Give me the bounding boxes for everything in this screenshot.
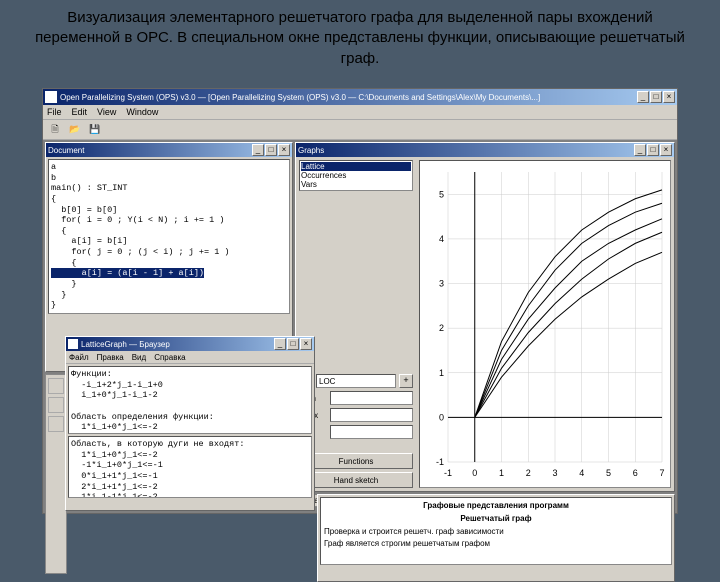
workspace: Document _□× a b main() : ST_INT { b[0] … — [43, 140, 677, 513]
left-sidebar — [45, 374, 67, 574]
svg-text:5: 5 — [439, 189, 444, 199]
handsketch-button[interactable]: Hand sketch — [299, 472, 413, 488]
lg-close-icon[interactable]: × — [300, 338, 312, 350]
lg-menu-edit[interactable]: Правка — [97, 353, 124, 362]
close-button[interactable]: × — [663, 91, 675, 103]
svg-text:2: 2 — [526, 468, 531, 478]
doc-close-icon[interactable]: × — [278, 144, 290, 156]
menubar: File Edit View Window — [43, 105, 677, 120]
slide-title: Визуализация элементарного решетчатого г… — [30, 8, 690, 69]
list-item[interactable]: Occurrences — [301, 171, 411, 180]
graphs-close-icon[interactable]: × — [660, 144, 672, 156]
info-body: Графовые представления программ Решетчат… — [320, 497, 672, 565]
doc-min-icon[interactable]: _ — [252, 144, 264, 156]
xmin-field[interactable] — [330, 391, 413, 405]
code-highlighted-line[interactable]: a[i] = (a[i - 1] + a[i]) — [51, 268, 204, 278]
menu-edit[interactable]: Edit — [72, 107, 88, 117]
svg-text:7: 7 — [659, 468, 664, 478]
lg-icon — [68, 339, 78, 349]
graphs-max-icon[interactable]: □ — [647, 144, 659, 156]
doc-max-icon[interactable]: □ — [265, 144, 277, 156]
lg-menubar: Файл Правка Вид Справка — [66, 351, 314, 364]
app-title: Open Parallelizing System (OPS) v3.0 — [… — [60, 93, 637, 102]
graphs-panel: Graphs _□× Lattice Occurrences Vars - LO… — [295, 142, 675, 492]
svg-text:-1: -1 — [436, 457, 444, 467]
lg-max-icon[interactable]: □ — [287, 338, 299, 350]
tool-open-icon[interactable]: 📂 — [66, 122, 84, 138]
svg-text:5: 5 — [606, 468, 611, 478]
doc-title: Document — [48, 146, 252, 155]
info-line1: Проверка и строится решетч. граф зависим… — [324, 527, 668, 536]
app-icon — [45, 91, 57, 103]
lg-menu-file[interactable]: Файл — [69, 353, 89, 362]
graph-type-list[interactable]: Lattice Occurrences Vars — [299, 160, 413, 191]
info-panel: Графовые представления программ Решетчат… — [317, 494, 675, 582]
list-item[interactable]: Lattice — [301, 162, 411, 171]
menu-file[interactable]: File — [47, 107, 62, 117]
menu-view[interactable]: View — [97, 107, 116, 117]
y-field[interactable] — [330, 425, 413, 439]
svg-text:1: 1 — [439, 368, 444, 378]
minimize-button[interactable]: _ — [637, 91, 649, 103]
list-item[interactable]: Vars — [301, 180, 411, 189]
info-heading1: Графовые представления программ — [324, 501, 668, 510]
latticegraph-window: LatticeGraph — Браузер _□× Файл Правка В… — [65, 336, 315, 511]
app-titlebar: Open Parallelizing System (OPS) v3.0 — [… — [43, 89, 677, 105]
svg-text:0: 0 — [472, 468, 477, 478]
tool-save-icon[interactable]: 💾 — [86, 122, 104, 138]
sidebar-edit-icon[interactable] — [48, 378, 64, 394]
svg-text:2: 2 — [439, 323, 444, 333]
tool-new-icon[interactable]: 🗎 — [46, 122, 64, 138]
svg-text:0: 0 — [439, 412, 444, 422]
lg-text-lower[interactable]: Область, в которую дуги не входят: 1*i_1… — [68, 436, 312, 498]
graphs-title: Graphs — [298, 146, 634, 155]
info-line2: Граф является строгим решетчатым графом — [324, 539, 668, 548]
sidebar-words-icon[interactable] — [48, 416, 64, 432]
svg-text:4: 4 — [439, 234, 444, 244]
svg-text:6: 6 — [633, 468, 638, 478]
lg-title: LatticeGraph — Браузер — [81, 340, 274, 349]
maximize-button[interactable]: □ — [650, 91, 662, 103]
code-editor[interactable]: a b main() : ST_INT { b[0] = b[0] for( i… — [48, 159, 290, 314]
lg-menu-help[interactable]: Справка — [154, 353, 185, 362]
loc-field[interactable]: LOC — [316, 374, 396, 388]
info-heading2: Решетчатый граф — [324, 514, 668, 523]
graphs-min-icon[interactable]: _ — [634, 144, 646, 156]
svg-text:1: 1 — [499, 468, 504, 478]
app-window: Open Parallelizing System (OPS) v3.0 — [… — [42, 88, 678, 514]
lg-min-icon[interactable]: _ — [274, 338, 286, 350]
spin-plus-button[interactable]: + — [399, 374, 413, 388]
functions-button[interactable]: Functions — [299, 453, 413, 469]
svg-text:3: 3 — [439, 279, 444, 289]
lg-menu-view[interactable]: Вид — [132, 353, 146, 362]
lg-text-upper[interactable]: Функции: -i_1+2*j_1-i_1+0 i_1+0*j_1-i_1-… — [68, 366, 312, 434]
sidebar-x-icon[interactable] — [48, 397, 64, 413]
svg-text:3: 3 — [552, 468, 557, 478]
menu-window[interactable]: Window — [126, 107, 158, 117]
svg-text:4: 4 — [579, 468, 584, 478]
toolbar: 🗎 📂 💾 — [43, 120, 677, 140]
xmax-field[interactable] — [330, 408, 413, 422]
lattice-plot: -1 0 1 2 3 4 5 6 7 -1 0 1 2 3 4 5 — [419, 160, 671, 488]
svg-text:-1: -1 — [444, 468, 452, 478]
